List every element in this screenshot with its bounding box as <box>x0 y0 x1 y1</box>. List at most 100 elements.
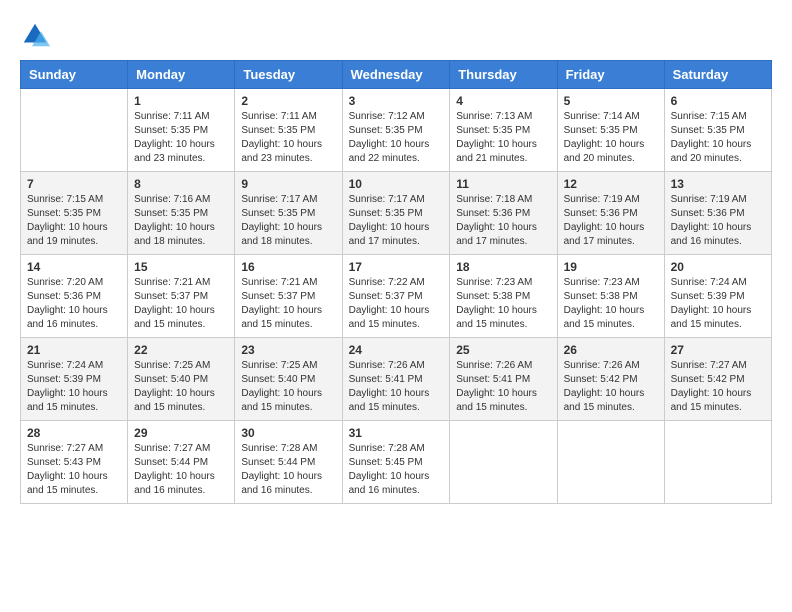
calendar-cell: 18 Sunrise: 7:23 AM Sunset: 5:38 PM Dayl… <box>450 255 557 338</box>
sunset-time: Sunset: 5:40 PM <box>241 374 315 385</box>
day-info: Sunrise: 7:19 AM Sunset: 5:36 PM Dayligh… <box>564 193 658 249</box>
daylight-hours: Daylight: 10 hours and 15 minutes. <box>241 388 322 413</box>
calendar-cell: 26 Sunrise: 7:26 AM Sunset: 5:42 PM Dayl… <box>557 338 664 421</box>
day-number: 11 <box>456 177 550 191</box>
calendar-cell <box>557 421 664 504</box>
sunset-time: Sunset: 5:42 PM <box>671 374 745 385</box>
calendar-cell: 4 Sunrise: 7:13 AM Sunset: 5:35 PM Dayli… <box>450 89 557 172</box>
header <box>20 20 772 50</box>
sunrise-time: Sunrise: 7:26 AM <box>456 360 532 371</box>
daylight-hours: Daylight: 10 hours and 15 minutes. <box>456 305 537 330</box>
day-number: 26 <box>564 343 658 357</box>
sunrise-time: Sunrise: 7:14 AM <box>564 111 640 122</box>
calendar-week-row: 21 Sunrise: 7:24 AM Sunset: 5:39 PM Dayl… <box>21 338 772 421</box>
sunset-time: Sunset: 5:37 PM <box>134 291 208 302</box>
sunset-time: Sunset: 5:36 PM <box>671 208 745 219</box>
weekday-header-thursday: Thursday <box>450 61 557 89</box>
day-info: Sunrise: 7:28 AM Sunset: 5:45 PM Dayligh… <box>349 442 444 498</box>
logo-icon <box>20 20 50 50</box>
sunset-time: Sunset: 5:36 PM <box>27 291 101 302</box>
sunrise-time: Sunrise: 7:11 AM <box>241 111 316 122</box>
daylight-hours: Daylight: 10 hours and 16 minutes. <box>134 471 215 496</box>
calendar-cell: 12 Sunrise: 7:19 AM Sunset: 5:36 PM Dayl… <box>557 172 664 255</box>
day-number: 15 <box>134 260 228 274</box>
calendar-cell: 27 Sunrise: 7:27 AM Sunset: 5:42 PM Dayl… <box>664 338 771 421</box>
daylight-hours: Daylight: 10 hours and 20 minutes. <box>564 139 645 164</box>
calendar-cell: 7 Sunrise: 7:15 AM Sunset: 5:35 PM Dayli… <box>21 172 128 255</box>
calendar-cell: 2 Sunrise: 7:11 AM Sunset: 5:35 PM Dayli… <box>235 89 342 172</box>
sunset-time: Sunset: 5:35 PM <box>671 125 745 136</box>
sunrise-time: Sunrise: 7:19 AM <box>564 194 640 205</box>
day-number: 23 <box>241 343 335 357</box>
day-number: 8 <box>134 177 228 191</box>
weekday-header-monday: Monday <box>128 61 235 89</box>
day-info: Sunrise: 7:26 AM Sunset: 5:41 PM Dayligh… <box>349 359 444 415</box>
daylight-hours: Daylight: 10 hours and 16 minutes. <box>241 471 322 496</box>
day-info: Sunrise: 7:25 AM Sunset: 5:40 PM Dayligh… <box>241 359 335 415</box>
sunset-time: Sunset: 5:35 PM <box>564 125 638 136</box>
day-number: 18 <box>456 260 550 274</box>
daylight-hours: Daylight: 10 hours and 15 minutes. <box>134 305 215 330</box>
sunset-time: Sunset: 5:39 PM <box>671 291 745 302</box>
daylight-hours: Daylight: 10 hours and 19 minutes. <box>27 222 108 247</box>
calendar-week-row: 14 Sunrise: 7:20 AM Sunset: 5:36 PM Dayl… <box>21 255 772 338</box>
day-number: 9 <box>241 177 335 191</box>
daylight-hours: Daylight: 10 hours and 15 minutes. <box>27 388 108 413</box>
daylight-hours: Daylight: 10 hours and 16 minutes. <box>349 471 430 496</box>
day-info: Sunrise: 7:15 AM Sunset: 5:35 PM Dayligh… <box>27 193 121 249</box>
sunset-time: Sunset: 5:39 PM <box>27 374 101 385</box>
daylight-hours: Daylight: 10 hours and 18 minutes. <box>134 222 215 247</box>
sunrise-time: Sunrise: 7:11 AM <box>134 111 209 122</box>
weekday-header-tuesday: Tuesday <box>235 61 342 89</box>
sunset-time: Sunset: 5:36 PM <box>456 208 530 219</box>
day-number: 12 <box>564 177 658 191</box>
day-info: Sunrise: 7:23 AM Sunset: 5:38 PM Dayligh… <box>564 276 658 332</box>
sunrise-time: Sunrise: 7:21 AM <box>134 277 210 288</box>
sunset-time: Sunset: 5:35 PM <box>456 125 530 136</box>
sunset-time: Sunset: 5:37 PM <box>349 291 423 302</box>
day-number: 3 <box>349 94 444 108</box>
day-number: 24 <box>349 343 444 357</box>
sunset-time: Sunset: 5:38 PM <box>456 291 530 302</box>
sunrise-time: Sunrise: 7:24 AM <box>27 360 103 371</box>
sunrise-time: Sunrise: 7:19 AM <box>671 194 747 205</box>
daylight-hours: Daylight: 10 hours and 23 minutes. <box>241 139 322 164</box>
calendar-cell: 30 Sunrise: 7:28 AM Sunset: 5:44 PM Dayl… <box>235 421 342 504</box>
calendar-cell: 3 Sunrise: 7:12 AM Sunset: 5:35 PM Dayli… <box>342 89 450 172</box>
daylight-hours: Daylight: 10 hours and 17 minutes. <box>349 222 430 247</box>
calendar-cell: 5 Sunrise: 7:14 AM Sunset: 5:35 PM Dayli… <box>557 89 664 172</box>
sunset-time: Sunset: 5:35 PM <box>349 208 423 219</box>
calendar-cell: 1 Sunrise: 7:11 AM Sunset: 5:35 PM Dayli… <box>128 89 235 172</box>
daylight-hours: Daylight: 10 hours and 16 minutes. <box>27 305 108 330</box>
sunset-time: Sunset: 5:41 PM <box>456 374 530 385</box>
sunset-time: Sunset: 5:40 PM <box>134 374 208 385</box>
day-number: 2 <box>241 94 335 108</box>
calendar-cell <box>450 421 557 504</box>
calendar-cell: 17 Sunrise: 7:22 AM Sunset: 5:37 PM Dayl… <box>342 255 450 338</box>
day-number: 14 <box>27 260 121 274</box>
day-number: 1 <box>134 94 228 108</box>
day-number: 28 <box>27 426 121 440</box>
calendar-cell: 15 Sunrise: 7:21 AM Sunset: 5:37 PM Dayl… <box>128 255 235 338</box>
day-number: 7 <box>27 177 121 191</box>
calendar-cell: 13 Sunrise: 7:19 AM Sunset: 5:36 PM Dayl… <box>664 172 771 255</box>
day-info: Sunrise: 7:18 AM Sunset: 5:36 PM Dayligh… <box>456 193 550 249</box>
daylight-hours: Daylight: 10 hours and 15 minutes. <box>671 388 752 413</box>
calendar-cell: 8 Sunrise: 7:16 AM Sunset: 5:35 PM Dayli… <box>128 172 235 255</box>
sunrise-time: Sunrise: 7:13 AM <box>456 111 532 122</box>
daylight-hours: Daylight: 10 hours and 20 minutes. <box>671 139 752 164</box>
daylight-hours: Daylight: 10 hours and 17 minutes. <box>564 222 645 247</box>
day-number: 31 <box>349 426 444 440</box>
sunset-time: Sunset: 5:44 PM <box>241 457 315 468</box>
sunrise-time: Sunrise: 7:20 AM <box>27 277 103 288</box>
sunrise-time: Sunrise: 7:27 AM <box>671 360 747 371</box>
calendar-cell: 28 Sunrise: 7:27 AM Sunset: 5:43 PM Dayl… <box>21 421 128 504</box>
calendar-week-row: 1 Sunrise: 7:11 AM Sunset: 5:35 PM Dayli… <box>21 89 772 172</box>
day-number: 29 <box>134 426 228 440</box>
sunrise-time: Sunrise: 7:22 AM <box>349 277 425 288</box>
sunrise-time: Sunrise: 7:24 AM <box>671 277 747 288</box>
day-number: 30 <box>241 426 335 440</box>
sunset-time: Sunset: 5:35 PM <box>349 125 423 136</box>
sunset-time: Sunset: 5:35 PM <box>241 208 315 219</box>
day-info: Sunrise: 7:11 AM Sunset: 5:35 PM Dayligh… <box>241 110 335 166</box>
